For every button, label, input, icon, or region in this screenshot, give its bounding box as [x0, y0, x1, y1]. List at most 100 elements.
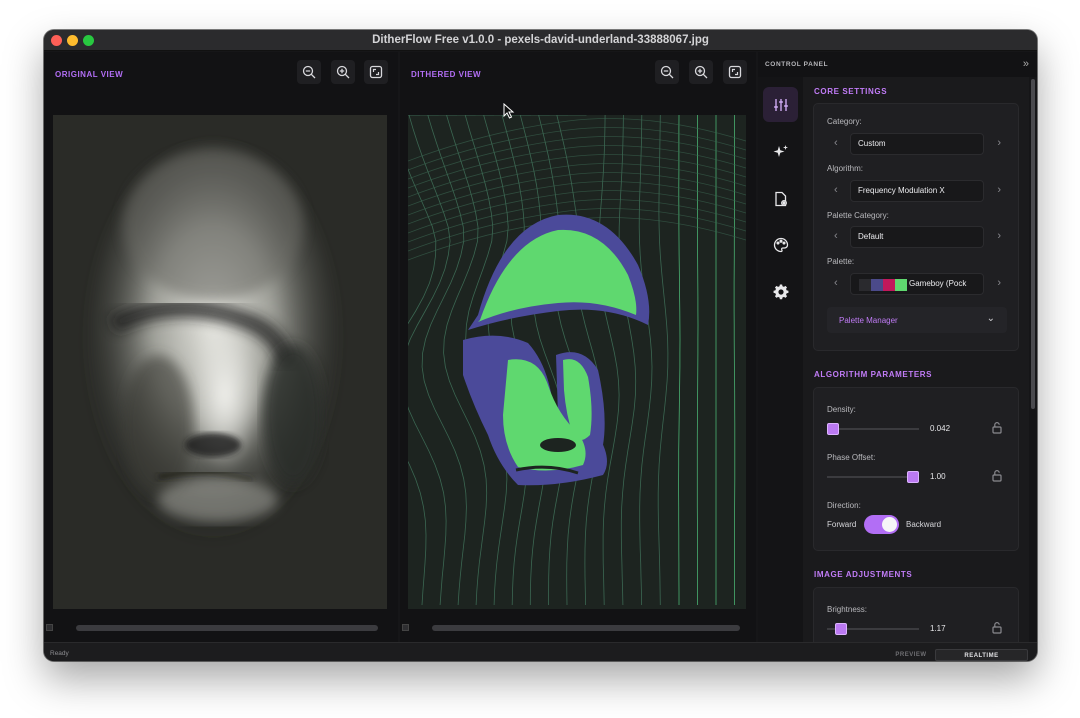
rail-item-file-settings[interactable]: [763, 181, 798, 216]
rail-item-settings[interactable]: [763, 274, 798, 309]
algorithm-value[interactable]: Frequency Modulation X: [850, 180, 984, 202]
dithered-view-panel: DITHERED VIEW: [400, 52, 756, 642]
slider-track: [827, 428, 919, 430]
palette-swatches: [859, 279, 907, 291]
direction-backward-label: Backward: [906, 520, 942, 529]
scroll-left-nub[interactable]: [402, 624, 409, 631]
fit-to-view-icon: [728, 65, 742, 79]
palette-icon: [773, 237, 788, 252]
toggle-knob: [882, 517, 897, 532]
dithered-face-image: [408, 115, 746, 609]
palette-swatch: [859, 279, 871, 291]
dithered-fit-to-view-button[interactable]: [723, 60, 747, 84]
scroll-left-nub[interactable]: [46, 624, 53, 631]
palette-category-next-button[interactable]: ›: [997, 230, 1001, 242]
preview-mode-button[interactable]: PREVIEW: [887, 649, 935, 661]
phase-offset-label: Phase Offset:: [827, 453, 876, 462]
dither-contour-line: [733, 115, 736, 605]
category-prev-button[interactable]: ‹: [834, 137, 838, 149]
phase-offset-value: 1.00: [930, 472, 946, 481]
direction-label: Direction:: [827, 501, 861, 510]
zoom-in-button[interactable]: [331, 60, 355, 84]
dithered-horizontal-scrollbar[interactable]: [402, 624, 740, 632]
algorithm-next-button[interactable]: ›: [997, 184, 1001, 196]
category-next-button[interactable]: ›: [997, 137, 1001, 149]
direction-toggle[interactable]: [864, 515, 899, 534]
density-lock-icon[interactable]: [991, 421, 1003, 439]
brightness-label: Brightness:: [827, 605, 868, 614]
sparkle-icon: [773, 144, 788, 157]
palette-value-box[interactable]: Gameboy (Pock: [850, 273, 984, 295]
control-panel: CORE SETTINGS Category: ‹ Custom › Algor…: [803, 77, 1029, 643]
density-slider-handle[interactable]: [827, 423, 839, 435]
phase-offset-slider-handle[interactable]: [907, 471, 919, 483]
app-window: DitherFlow Free v1.0.0 - pexels-david-un…: [44, 30, 1037, 661]
palette-category-selector: ‹ Default ›: [827, 226, 1007, 248]
dithered-zoom-in-button[interactable]: [689, 60, 713, 84]
category-selector: ‹ Custom ›: [827, 133, 1007, 155]
algorithm-selector: ‹ Frequency Modulation X ›: [827, 180, 1007, 202]
scrollbar-thumb[interactable]: [76, 625, 378, 631]
palette-selector: ‹ Gameboy (Pock ›: [827, 273, 1007, 295]
original-face-image: [53, 115, 387, 609]
zoom-out-button[interactable]: [297, 60, 321, 84]
palette-manager-label: Palette Manager: [839, 316, 898, 325]
scrollbar-thumb[interactable]: [432, 625, 740, 631]
control-panel-rail: [758, 77, 803, 642]
core-settings-group: Category: ‹ Custom › Algorithm: ‹ Freque…: [813, 103, 1019, 351]
status-text: Ready: [50, 650, 69, 657]
phase-offset-lock-icon[interactable]: [991, 469, 1003, 487]
brightness-slider[interactable]: 1.17: [827, 621, 1007, 637]
palette-swatch: [895, 279, 907, 291]
fit-to-view-icon: [369, 65, 383, 79]
zoom-in-icon: [336, 65, 350, 79]
slider-track: [827, 476, 919, 478]
rail-item-effects[interactable]: [763, 134, 798, 169]
dithered-zoom-out-button[interactable]: [655, 60, 679, 84]
original-view-label: ORIGINAL VIEW: [55, 70, 124, 79]
brightness-value: 1.17: [930, 624, 946, 633]
mouse-cursor-icon: [503, 103, 515, 119]
image-adjustments-group: Brightness: 1.17: [813, 587, 1019, 643]
chevron-down-icon: ⌄: [986, 313, 995, 324]
brightness-lock-icon[interactable]: [991, 621, 1003, 639]
original-view-panel: ORIGINAL VIEW: [44, 52, 398, 642]
fit-to-view-button[interactable]: [364, 60, 388, 84]
rail-item-sliders[interactable]: [763, 87, 798, 122]
dithered-view-label: DITHERED VIEW: [411, 70, 482, 79]
palette-manager-toggle[interactable]: Palette Manager ⌄: [827, 307, 1007, 333]
category-value[interactable]: Custom: [850, 133, 984, 155]
original-horizontal-scrollbar[interactable]: [46, 624, 382, 632]
control-panel-header: CONTROL PANEL »: [758, 52, 1037, 77]
title-bar: DitherFlow Free v1.0.0 - pexels-david-un…: [44, 30, 1037, 51]
collapse-panel-icon[interactable]: »: [1023, 58, 1029, 70]
control-panel-scrollbar[interactable]: [1029, 77, 1037, 643]
scrollbar-thumb[interactable]: [1031, 79, 1035, 409]
palette-prev-button[interactable]: ‹: [834, 277, 838, 289]
algorithm-prev-button[interactable]: ‹: [834, 184, 838, 196]
image-adjustments-title: IMAGE ADJUSTMENTS: [814, 570, 913, 579]
control-panel-title: CONTROL PANEL: [765, 61, 829, 68]
dithered-image: [408, 115, 746, 609]
palette-category-value[interactable]: Default: [850, 226, 984, 248]
realtime-mode-button[interactable]: REALTIME: [935, 649, 1028, 661]
algorithm-parameters-group: Density: 0.042 Phase Offset: 1.00 Direct…: [813, 387, 1019, 551]
algorithm-parameters-title: ALGORITHM PARAMETERS: [814, 370, 933, 379]
file-settings-icon: [774, 191, 787, 206]
sliders-icon: [773, 98, 788, 111]
palette-label: Palette:: [827, 257, 855, 266]
palette-category-prev-button[interactable]: ‹: [834, 230, 838, 242]
direction-row: Forward Backward: [827, 515, 1017, 535]
direction-forward-label: Forward: [827, 520, 857, 529]
original-image: [53, 115, 387, 609]
density-slider[interactable]: 0.042: [827, 421, 1007, 437]
window-title: DitherFlow Free v1.0.0 - pexels-david-un…: [372, 34, 709, 46]
palette-swatch: [871, 279, 883, 291]
brightness-slider-handle[interactable]: [835, 623, 847, 635]
zoom-in-icon: [694, 65, 708, 79]
zoom-out-icon: [302, 65, 316, 79]
zoom-out-icon: [660, 65, 674, 79]
phase-offset-slider[interactable]: 1.00: [827, 469, 1007, 485]
palette-next-button[interactable]: ›: [997, 277, 1001, 289]
rail-item-palette[interactable]: [763, 227, 798, 262]
